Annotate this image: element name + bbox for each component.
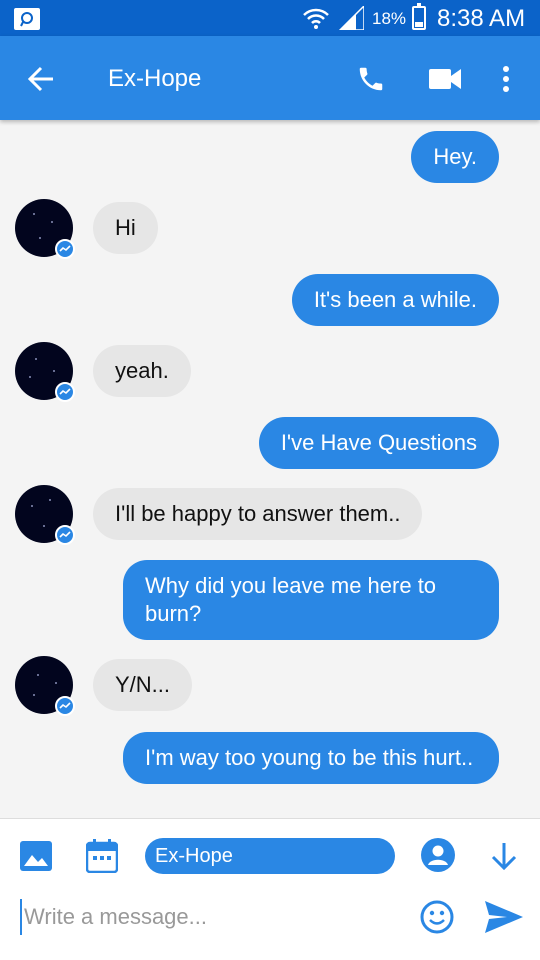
outgoing-message[interactable]: It's been a while. <box>291 274 499 326</box>
incoming-message[interactable]: Hi <box>93 202 158 254</box>
back-arrow-icon[interactable] <box>26 64 56 94</box>
message-composer: Ex-Hope <box>0 818 540 960</box>
more-vert-icon[interactable] <box>498 65 514 93</box>
message-input[interactable] <box>20 899 400 935</box>
down-arrow-icon[interactable] <box>490 841 518 871</box>
status-bar: 18% 8:38 AM <box>0 0 540 36</box>
gallery-icon[interactable] <box>20 841 52 871</box>
battery-percent: 18% <box>372 9 407 28</box>
battery-icon <box>412 3 426 30</box>
messenger-badge-icon <box>55 525 75 545</box>
incoming-message[interactable]: I'll be happy to answer them.. <box>93 488 423 540</box>
outgoing-message[interactable]: Hey. <box>411 131 499 183</box>
recipient-chip[interactable]: Ex-Hope <box>145 838 395 874</box>
clock: 8:38 AM <box>437 5 526 32</box>
contact-avatar[interactable] <box>15 342 75 402</box>
contact-avatar[interactable] <box>15 485 75 545</box>
calendar-icon[interactable] <box>86 839 118 873</box>
send-icon[interactable] <box>485 901 523 933</box>
emoji-icon[interactable] <box>420 900 454 934</box>
wifi-icon <box>303 8 329 29</box>
app-notification-icon <box>14 8 40 30</box>
conversation-header: Ex-Hope <box>0 36 540 120</box>
messenger-badge-icon <box>55 239 75 259</box>
person-icon[interactable] <box>421 838 455 872</box>
outgoing-message[interactable]: I'm way too young to be this hurt.. <box>123 732 499 784</box>
contact-avatar[interactable] <box>15 199 75 259</box>
incoming-message[interactable]: yeah. <box>93 345 191 397</box>
contact-avatar[interactable] <box>15 656 75 716</box>
phone-call-icon[interactable] <box>356 64 386 94</box>
video-call-icon[interactable] <box>429 68 461 90</box>
conversation-title[interactable]: Ex-Hope <box>108 65 201 93</box>
outgoing-message[interactable]: Why did you leave me here to burn? <box>123 560 499 640</box>
signal-icon <box>338 6 364 30</box>
outgoing-message[interactable]: I've Have Questions <box>258 417 499 469</box>
message-list[interactable]: Hey. Hi It's been a while. yeah. I've Ha… <box>0 120 540 818</box>
incoming-message[interactable]: Y/N... <box>93 659 193 711</box>
messenger-badge-icon <box>55 382 75 402</box>
messenger-badge-icon <box>55 696 75 716</box>
